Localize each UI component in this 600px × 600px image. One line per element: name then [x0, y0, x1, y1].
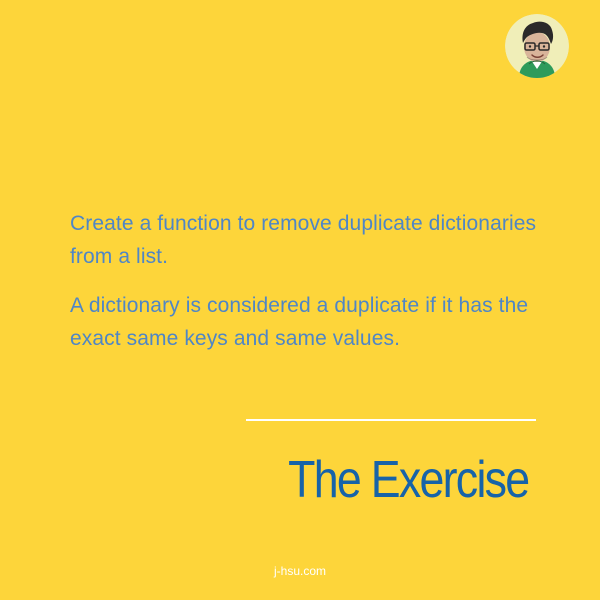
cartoon-man-avatar-icon	[505, 14, 569, 78]
exercise-description: Create a function to remove duplicate di…	[70, 207, 540, 355]
site-footer-link[interactable]: j-hsu.com	[0, 563, 600, 579]
description-paragraph-2: A dictionary is considered a duplicate i…	[70, 294, 529, 350]
avatar	[505, 14, 569, 78]
description-paragraph-1: Create a function to remove duplicate di…	[70, 212, 537, 268]
slide-canvas: Create a function to remove duplicate di…	[0, 0, 600, 600]
exercise-heading: The Exercise	[287, 451, 530, 509]
section-divider	[246, 419, 536, 421]
